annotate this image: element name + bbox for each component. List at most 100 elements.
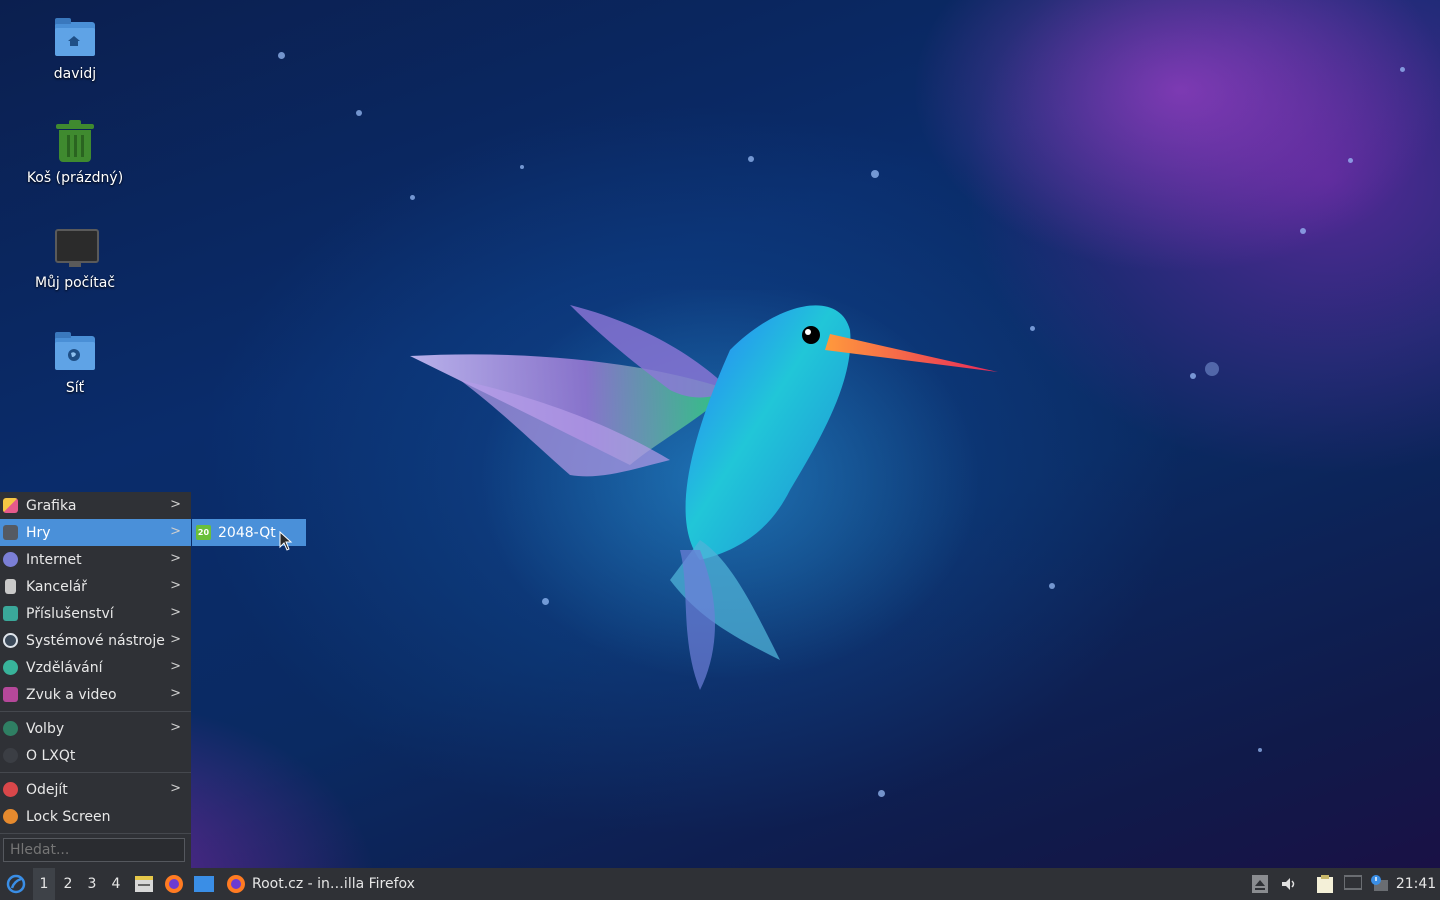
- desktop-number: 3: [87, 876, 97, 892]
- education-icon: [3, 660, 18, 675]
- menu-item-prislusenstvi[interactable]: Příslušenství >: [0, 600, 191, 627]
- star: [748, 156, 754, 162]
- chevron-right-icon: >: [170, 497, 181, 512]
- chevron-right-icon: >: [170, 686, 181, 701]
- settings-icon: [3, 721, 18, 736]
- computer-icon: [53, 225, 99, 269]
- desktop-icon-label: Můj počítač: [34, 275, 116, 291]
- graphics-icon: [3, 498, 18, 513]
- desktop-icon-label: Síť: [65, 380, 85, 396]
- desktop-number: 4: [111, 876, 121, 892]
- menu-item-kancelar[interactable]: Kancelář >: [0, 573, 191, 600]
- menu-item-label: Hry: [26, 524, 51, 541]
- star: [520, 165, 524, 169]
- chevron-right-icon: >: [170, 524, 181, 539]
- menu-item-label: Internet: [26, 551, 82, 568]
- star: [1030, 326, 1035, 331]
- mouse-cursor-icon: [279, 531, 293, 551]
- menu-item-vzdelavani[interactable]: Vzdělávání >: [0, 654, 191, 681]
- power-icon: [3, 782, 18, 797]
- star: [356, 110, 362, 116]
- quicklaunch-file-manager[interactable]: [133, 868, 155, 900]
- menu-separator: [0, 833, 191, 834]
- desktop-icon-computer[interactable]: Můj počítač: [22, 225, 128, 291]
- menu-item-label: Vzdělávání: [26, 659, 103, 676]
- menu-item-grafika[interactable]: Grafika >: [0, 492, 191, 519]
- firefox-icon: [227, 875, 245, 893]
- clipboard-icon[interactable]: [1316, 875, 1334, 893]
- main-menu-button[interactable]: [3, 868, 29, 900]
- desktop-number: 2: [63, 876, 73, 892]
- screen-icon[interactable]: [1343, 875, 1363, 893]
- star: [878, 790, 885, 797]
- home-folder-icon: [53, 16, 97, 60]
- chevron-right-icon: >: [170, 578, 181, 593]
- system-tools-icon: [3, 633, 18, 648]
- chevron-right-icon: >: [170, 720, 181, 735]
- star: [1258, 748, 1262, 752]
- submenu-item-label: 2048-Qt: [218, 524, 276, 541]
- menu-search-input[interactable]: [3, 838, 185, 862]
- taskbar-window-firefox[interactable]: Root.cz - in…illa Firefox: [222, 868, 422, 900]
- menu-item-label: O LXQt: [26, 747, 76, 764]
- window-title: Root.cz - in…illa Firefox: [252, 876, 415, 892]
- multimedia-icon: [3, 687, 18, 702]
- volume-icon[interactable]: [1280, 875, 1298, 893]
- star: [1400, 67, 1405, 72]
- star: [1205, 362, 1219, 376]
- menu-item-label: Volby: [26, 720, 65, 737]
- desktop-icon-trash[interactable]: Koš (prázdný): [22, 120, 128, 186]
- star: [1190, 373, 1196, 379]
- office-icon: [5, 579, 16, 594]
- menu-item-internet[interactable]: Internet >: [0, 546, 191, 573]
- show-desktop-icon: [194, 876, 214, 892]
- desktop-switch-1[interactable]: 1: [33, 868, 55, 900]
- lock-icon: [3, 809, 18, 824]
- firefox-icon: [165, 875, 183, 893]
- show-desktop-button[interactable]: [193, 868, 215, 900]
- quicklaunch-firefox[interactable]: [163, 868, 185, 900]
- taskbar: 1 2 3 4 Root.cz - in…illa Firefox 21:41: [0, 868, 1440, 900]
- hummingbird-wallpaper-art: [410, 290, 998, 690]
- desktop-icon-home[interactable]: davidj: [22, 16, 128, 82]
- trash-icon: [53, 120, 97, 164]
- menu-item-label: Kancelář: [26, 578, 87, 595]
- menu-item-label: Zvuk a video: [26, 686, 117, 703]
- star: [278, 52, 285, 59]
- star: [1300, 228, 1306, 234]
- about-icon: [3, 748, 18, 763]
- games-icon: [3, 525, 18, 540]
- menu-item-odejit[interactable]: Odejít >: [0, 776, 191, 803]
- menu-item-zvuk-a-video[interactable]: Zvuk a video >: [0, 681, 191, 708]
- menu-item-label: Odejít: [26, 781, 68, 798]
- menu-item-label: Příslušenství: [26, 605, 114, 622]
- chevron-right-icon: >: [170, 632, 181, 647]
- menu-item-label: Systémové nástroje: [26, 632, 165, 649]
- menu-item-label: Lock Screen: [26, 808, 111, 825]
- internet-icon: [3, 552, 18, 567]
- star: [871, 170, 879, 178]
- menu-item-label: Grafika: [26, 497, 77, 514]
- chevron-right-icon: >: [170, 659, 181, 674]
- desktop-switch-3[interactable]: 3: [81, 868, 103, 900]
- menu-item-volby[interactable]: Volby >: [0, 715, 191, 742]
- menu-item-lock-screen[interactable]: Lock Screen: [0, 803, 191, 830]
- network-notification-icon[interactable]: [1370, 875, 1388, 893]
- 2048-qt-icon: 20: [196, 525, 211, 540]
- network-folder-icon: [53, 330, 97, 374]
- desktop-switch-2[interactable]: 2: [57, 868, 79, 900]
- clock[interactable]: 21:41: [1396, 868, 1436, 900]
- desktop-icon-network[interactable]: Síť: [22, 330, 128, 396]
- menu-item-systemove-nastroje[interactable]: Systémové nástroje >: [0, 627, 191, 654]
- desktop-number: 1: [39, 876, 49, 892]
- menu-item-hry[interactable]: Hry >: [0, 519, 191, 546]
- desktop-switch-4[interactable]: 4: [105, 868, 127, 900]
- menu-item-about-lxqt[interactable]: O LXQt: [0, 742, 191, 769]
- tray-eject-icon[interactable]: [1252, 875, 1270, 893]
- lxqt-logo-icon: [6, 874, 26, 894]
- accessories-icon: [3, 606, 18, 621]
- menu-separator: [0, 772, 191, 773]
- chevron-right-icon: >: [170, 551, 181, 566]
- file-manager-icon: [135, 876, 153, 892]
- desktop-icon-label: Koš (prázdný): [26, 170, 124, 186]
